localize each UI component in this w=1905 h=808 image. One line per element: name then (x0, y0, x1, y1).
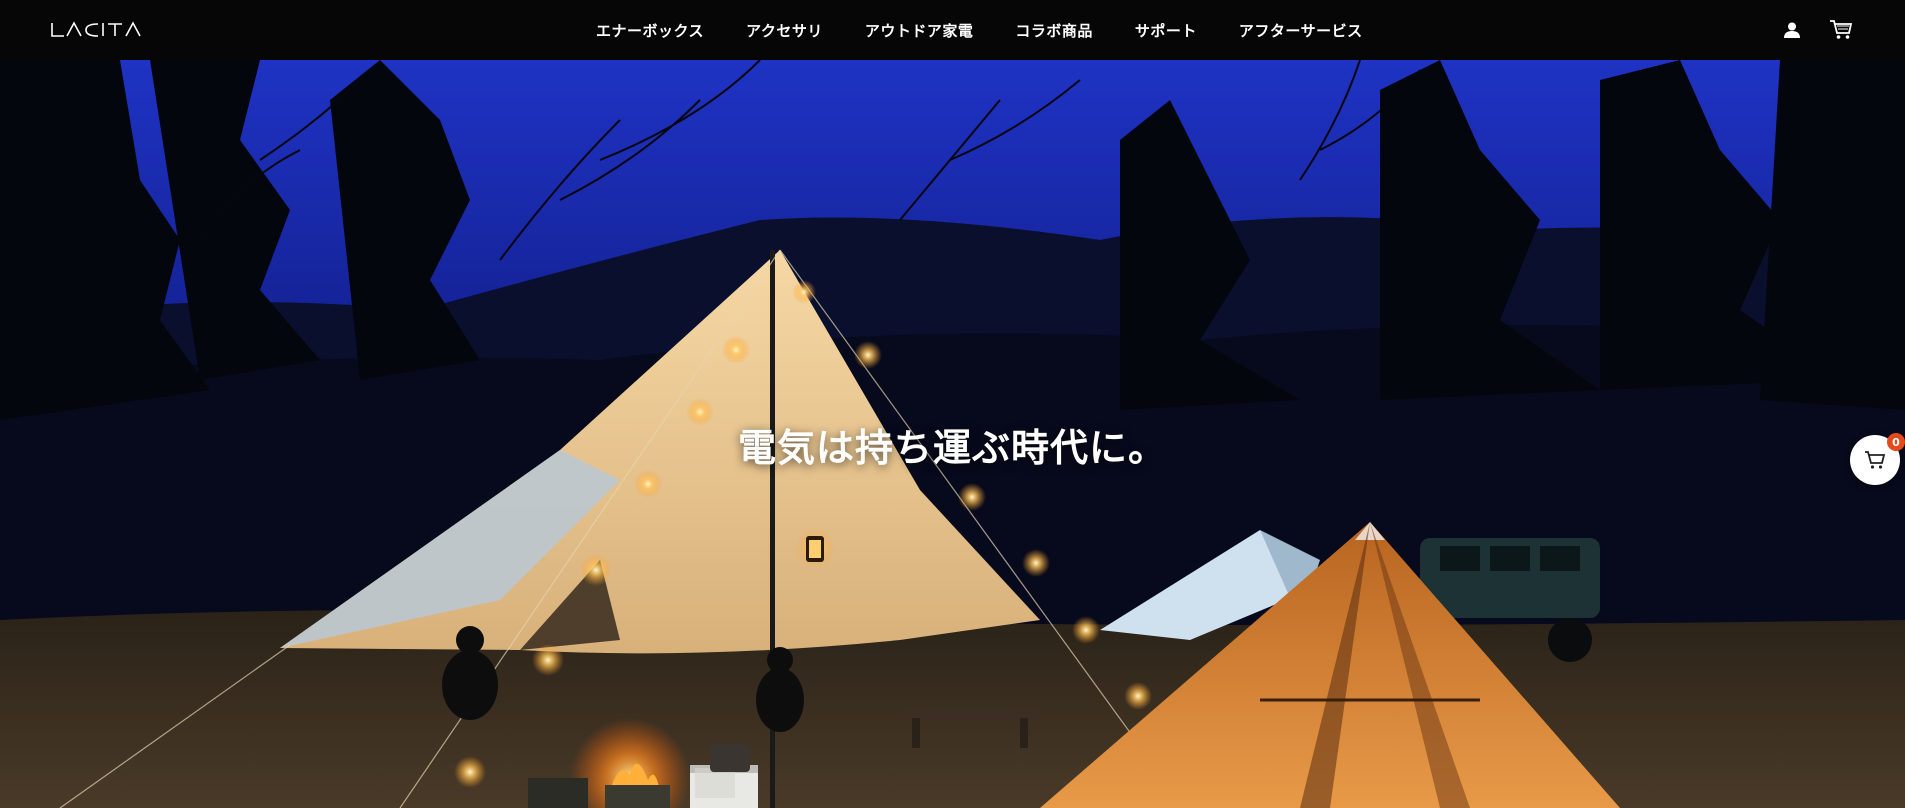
hero-headline: 電気は持ち運ぶ時代に。 (737, 426, 1167, 470)
site-header: エナーボックス アクセサリ アウトドア家電 コラボ商品 サポート アフターサービ… (0, 0, 1905, 60)
main-nav: エナーボックス アクセサリ アウトドア家電 コラボ商品 サポート アフターサービ… (596, 0, 1363, 60)
nav-item-support[interactable]: サポート (1135, 20, 1197, 41)
nav-item-collab-products[interactable]: コラボ商品 (1015, 20, 1093, 41)
cart-icon (1865, 451, 1886, 469)
hero-section: 電気は持ち運ぶ時代に。 (0, 60, 1905, 808)
nav-item-enerbox[interactable]: エナーボックス (596, 20, 704, 41)
cart-count-badge: 0 (1887, 433, 1905, 451)
nav-item-after-service[interactable]: アフターサービス (1239, 20, 1363, 41)
user-icon[interactable] (1783, 21, 1801, 39)
cart-icon[interactable] (1829, 19, 1853, 41)
lacita-logo[interactable] (50, 20, 150, 40)
nav-item-accessories[interactable]: アクセサリ (746, 20, 823, 41)
nav-item-outdoor-appliances[interactable]: アウトドア家電 (865, 20, 974, 41)
